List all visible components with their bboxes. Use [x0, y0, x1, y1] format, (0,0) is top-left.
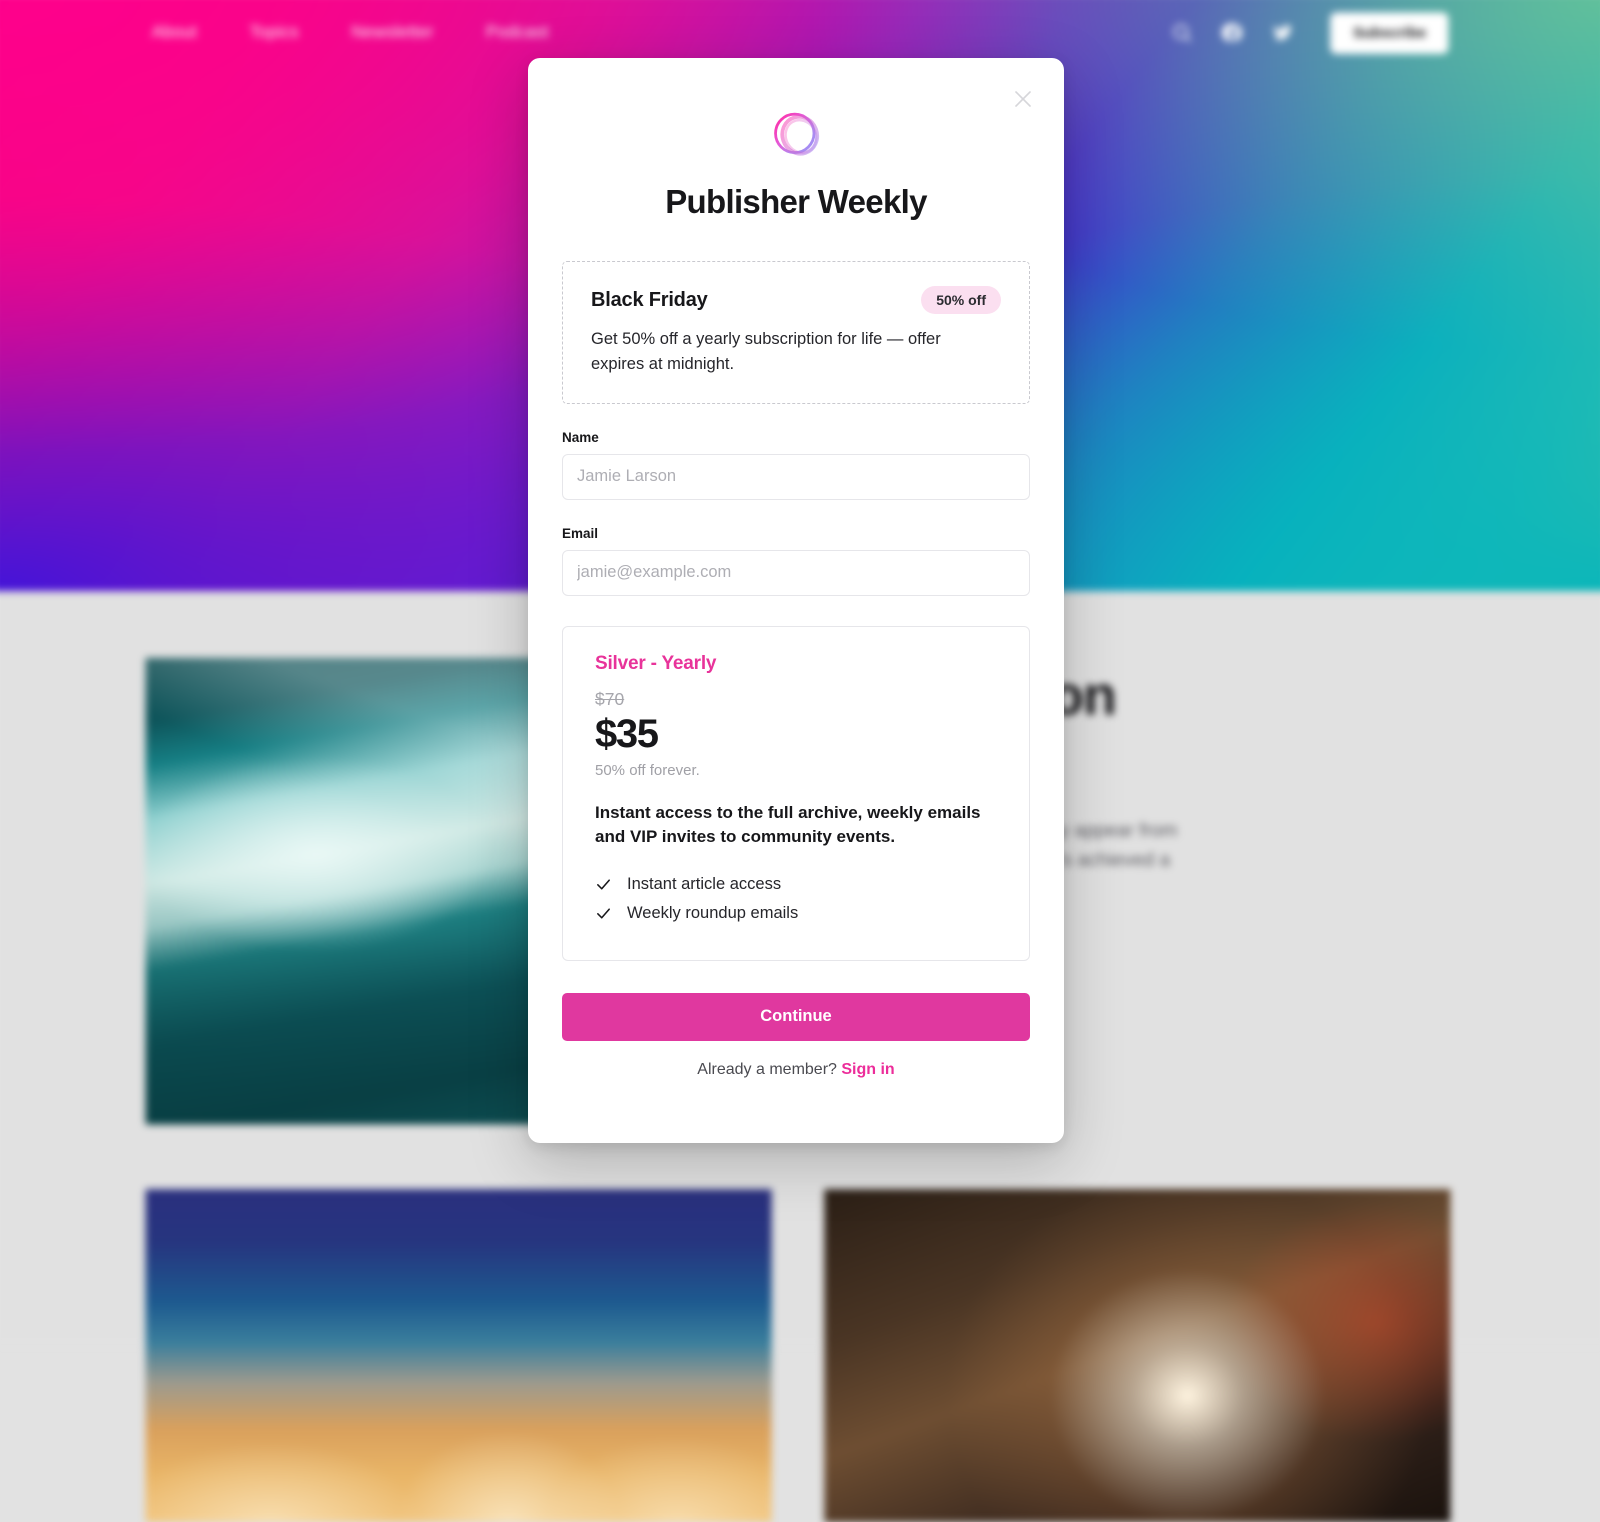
email-field-label: Email — [562, 526, 1030, 541]
status-badge: 50% off — [921, 286, 1001, 314]
name-input[interactable] — [562, 454, 1030, 500]
signup-modal: Publisher Weekly Black Friday 50% off Ge… — [528, 58, 1064, 1143]
offer-box: Black Friday 50% off Get 50% off a yearl… — [562, 261, 1030, 404]
email-field-group: Email — [562, 526, 1030, 596]
plan-feature-label: Weekly roundup emails — [627, 904, 798, 923]
plan-price: $35 — [595, 712, 997, 756]
plan-description: Instant access to the full archive, week… — [595, 801, 997, 850]
close-icon[interactable] — [1006, 82, 1040, 116]
list-item: Instant article access — [595, 870, 997, 899]
offer-title: Black Friday — [591, 289, 708, 312]
modal-overlay: Publisher Weekly Black Friday 50% off Ge… — [0, 0, 1600, 1340]
continue-button[interactable]: Continue — [562, 993, 1030, 1041]
check-icon — [595, 876, 612, 893]
plan-name: Silver - Yearly — [595, 653, 997, 675]
offer-header: Black Friday 50% off — [591, 286, 1001, 314]
plan-old-price: $70 — [595, 689, 997, 710]
publisher-weekly-logo — [765, 103, 827, 165]
name-field-label: Name — [562, 430, 1030, 445]
signin-prompt: Already a member? — [697, 1061, 837, 1078]
list-item: Weekly roundup emails — [595, 899, 997, 928]
plan-feature-label: Instant article access — [627, 875, 781, 894]
name-field-group: Name — [562, 430, 1030, 500]
signin-row: Already a member? Sign in — [562, 1061, 1030, 1079]
page-title: Publisher Weekly — [562, 183, 1030, 221]
email-input[interactable] — [562, 550, 1030, 596]
plan-feature-list: Instant article access Weekly roundup em… — [595, 870, 997, 928]
offer-description: Get 50% off a yearly subscription for li… — [591, 327, 961, 377]
plan-discount-note: 50% off forever. — [595, 762, 997, 779]
signin-link[interactable]: Sign in — [841, 1061, 894, 1078]
plan-card[interactable]: Silver - Yearly $70 $35 50% off forever.… — [562, 626, 1030, 961]
check-icon — [595, 905, 612, 922]
